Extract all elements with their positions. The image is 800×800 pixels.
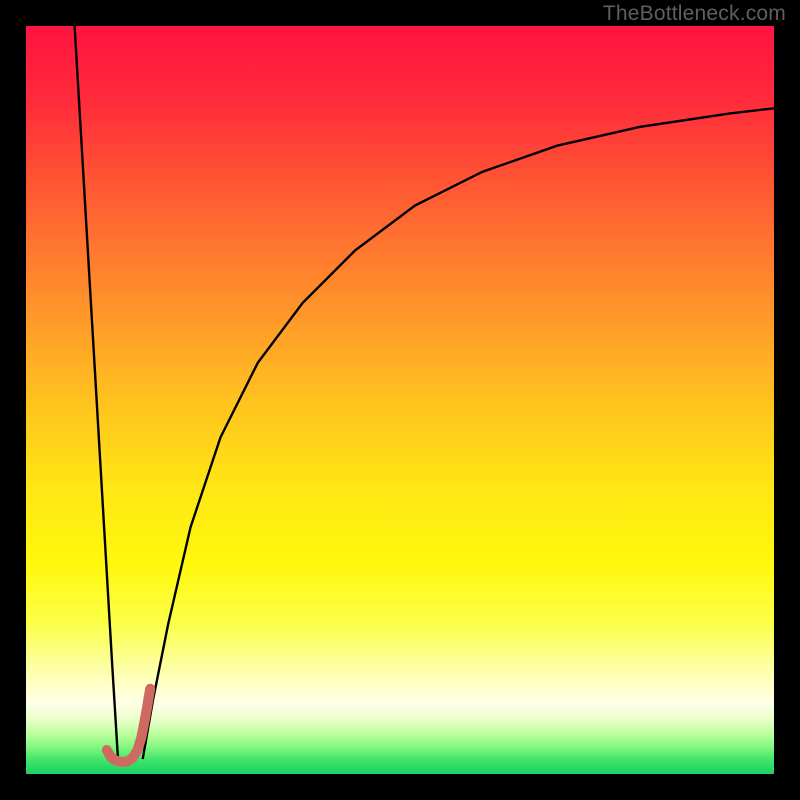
series-left-branch [75,26,118,759]
chart-frame: TheBottleneck.com [0,0,800,800]
curves-layer [26,26,774,774]
plot-area [26,26,774,774]
watermark-text: TheBottleneck.com [603,2,786,26]
series-right-branch [143,108,774,759]
